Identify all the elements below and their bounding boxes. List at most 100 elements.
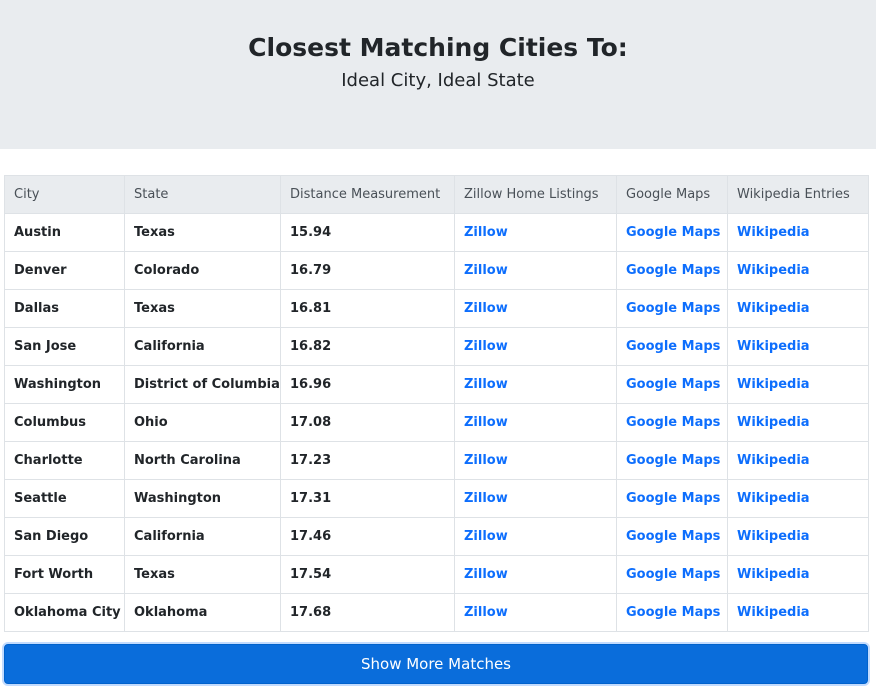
zillow-link[interactable]: Zillow <box>464 377 508 392</box>
google-maps-cell: Google Maps <box>616 517 728 556</box>
table-row: Columbus Ohio 17.08 Zillow Google Maps Wikipe… <box>4 403 869 442</box>
google-maps-cell: Google Maps <box>616 479 728 518</box>
google-maps-link[interactable]: Google Maps <box>626 339 720 354</box>
google-maps-cell: Google Maps <box>616 365 728 404</box>
city-cell: San Jose <box>4 327 125 366</box>
google-maps-link[interactable]: Google Maps <box>626 567 720 582</box>
state-cell: Oklahoma <box>124 593 281 632</box>
distance-cell: 17.68 <box>280 593 455 632</box>
google-maps-cell: Google Maps <box>616 593 728 632</box>
state-cell: Texas <box>124 555 281 594</box>
state-cell: California <box>124 327 281 366</box>
zillow-cell: Zillow <box>454 289 617 328</box>
column-header-state: State <box>124 175 281 214</box>
zillow-cell: Zillow <box>454 403 617 442</box>
table-header: City State Distance Measurement Zillow H… <box>4 175 869 214</box>
wikipedia-link[interactable]: Wikipedia <box>737 377 810 392</box>
wikipedia-cell: Wikipedia <box>727 365 869 404</box>
results-table: City State Distance Measurement Zillow H… <box>4 175 869 632</box>
zillow-link[interactable]: Zillow <box>464 339 508 354</box>
state-cell: Texas <box>124 213 281 252</box>
zillow-cell: Zillow <box>454 479 617 518</box>
table-row: Dallas Texas 16.81 Zillow Google Maps Wikiped… <box>4 289 869 328</box>
wikipedia-link[interactable]: Wikipedia <box>737 339 810 354</box>
google-maps-link[interactable]: Google Maps <box>626 301 720 316</box>
distance-cell: 16.81 <box>280 289 455 328</box>
wikipedia-link[interactable]: Wikipedia <box>737 415 810 430</box>
wikipedia-cell: Wikipedia <box>727 403 869 442</box>
state-cell: District of Columbia <box>124 365 281 404</box>
wikipedia-cell: Wikipedia <box>727 327 869 366</box>
zillow-link[interactable]: Zillow <box>464 605 508 620</box>
zillow-link[interactable]: Zillow <box>464 567 508 582</box>
zillow-link[interactable]: Zillow <box>464 415 508 430</box>
state-cell: Texas <box>124 289 281 328</box>
table-row: Charlotte North Carolina 17.23 Zillow Google… <box>4 441 869 480</box>
state-cell: Colorado <box>124 251 281 290</box>
city-cell: Denver <box>4 251 125 290</box>
table-row: Denver Colorado 16.79 Zillow Google Maps Wiki… <box>4 251 869 290</box>
google-maps-link[interactable]: Google Maps <box>626 529 720 544</box>
state-cell: North Carolina <box>124 441 281 480</box>
distance-cell: 16.96 <box>280 365 455 404</box>
zillow-cell: Zillow <box>454 517 617 556</box>
zillow-cell: Zillow <box>454 593 617 632</box>
zillow-link[interactable]: Zillow <box>464 529 508 544</box>
wikipedia-link[interactable]: Wikipedia <box>737 225 810 240</box>
google-maps-link[interactable]: Google Maps <box>626 225 720 240</box>
wikipedia-cell: Wikipedia <box>727 479 869 518</box>
zillow-link[interactable]: Zillow <box>464 263 508 278</box>
google-maps-link[interactable]: Google Maps <box>626 491 720 506</box>
google-maps-cell: Google Maps <box>616 327 728 366</box>
zillow-cell: Zillow <box>454 251 617 290</box>
show-more-matches-button[interactable]: Show More Matches <box>4 644 868 684</box>
wikipedia-cell: Wikipedia <box>727 251 869 290</box>
column-header-zillow: Zillow Home Listings <box>454 175 617 214</box>
wikipedia-link[interactable]: Wikipedia <box>737 491 810 506</box>
city-cell: San Diego <box>4 517 125 556</box>
city-cell: Seattle <box>4 479 125 518</box>
wikipedia-cell: Wikipedia <box>727 289 869 328</box>
state-cell: Washington <box>124 479 281 518</box>
column-header-google-maps: Google Maps <box>616 175 728 214</box>
table-row: Fort Worth Texas 17.54 Zillow Google Maps Wik… <box>4 555 869 594</box>
city-cell: Oklahoma City <box>4 593 125 632</box>
header-row: City State Distance Measurement Zillow H… <box>4 175 869 214</box>
google-maps-link[interactable]: Google Maps <box>626 453 720 468</box>
table-body: Austin Texas 15.94 Zillow Google Maps Wikiped… <box>4 213 869 632</box>
distance-cell: 17.08 <box>280 403 455 442</box>
wikipedia-cell: Wikipedia <box>727 593 869 632</box>
wikipedia-link[interactable]: Wikipedia <box>737 567 810 582</box>
wikipedia-cell: Wikipedia <box>727 517 869 556</box>
google-maps-link[interactable]: Google Maps <box>626 263 720 278</box>
city-cell: Washington <box>4 365 125 404</box>
wikipedia-link[interactable]: Wikipedia <box>737 301 810 316</box>
zillow-link[interactable]: Zillow <box>464 453 508 468</box>
google-maps-cell: Google Maps <box>616 441 728 480</box>
zillow-link[interactable]: Zillow <box>464 225 508 240</box>
google-maps-link[interactable]: Google Maps <box>626 377 720 392</box>
wikipedia-cell: Wikipedia <box>727 213 869 252</box>
zillow-link[interactable]: Zillow <box>464 491 508 506</box>
wikipedia-link[interactable]: Wikipedia <box>737 453 810 468</box>
page-header: Closest Matching Cities To: Ideal City, … <box>0 0 876 149</box>
table-row: San Jose California 16.82 Zillow Google Maps… <box>4 327 869 366</box>
wikipedia-link[interactable]: Wikipedia <box>737 263 810 278</box>
google-maps-link[interactable]: Google Maps <box>626 415 720 430</box>
google-maps-link[interactable]: Google Maps <box>626 605 720 620</box>
column-header-city: City <box>4 175 125 214</box>
column-header-wikipedia: Wikipedia Entries <box>727 175 869 214</box>
google-maps-cell: Google Maps <box>616 251 728 290</box>
wikipedia-link[interactable]: Wikipedia <box>737 605 810 620</box>
zillow-link[interactable]: Zillow <box>464 301 508 316</box>
zillow-cell: Zillow <box>454 441 617 480</box>
table-row: Washington District of Columbia 16.96 Zillo… <box>4 365 869 404</box>
wikipedia-link[interactable]: Wikipedia <box>737 529 810 544</box>
table-row: San Diego California 17.46 Zillow Google Map… <box>4 517 869 556</box>
state-cell: California <box>124 517 281 556</box>
google-maps-cell: Google Maps <box>616 403 728 442</box>
state-cell: Ohio <box>124 403 281 442</box>
distance-cell: 16.82 <box>280 327 455 366</box>
city-cell: Austin <box>4 213 125 252</box>
table-row: Austin Texas 15.94 Zillow Google Maps Wikiped… <box>4 213 869 252</box>
